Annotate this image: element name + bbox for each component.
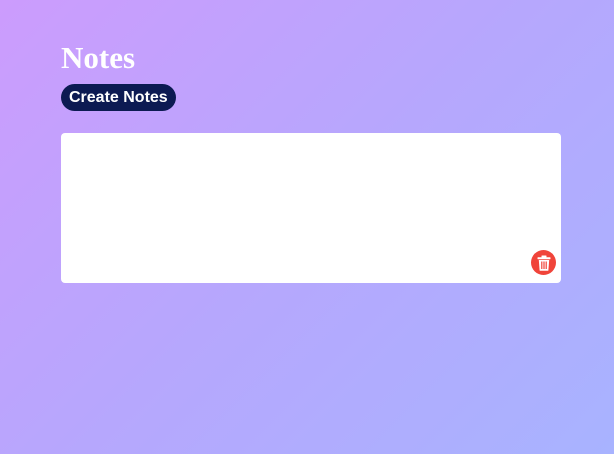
- notes-container: Notes Create Notes: [61, 40, 561, 283]
- note-card: [61, 133, 561, 283]
- delete-note-button[interactable]: [531, 250, 556, 275]
- note-textarea[interactable]: [61, 133, 561, 283]
- create-notes-button[interactable]: Create Notes: [61, 84, 176, 111]
- page-title: Notes: [61, 40, 136, 75]
- trash-icon: [537, 255, 551, 271]
